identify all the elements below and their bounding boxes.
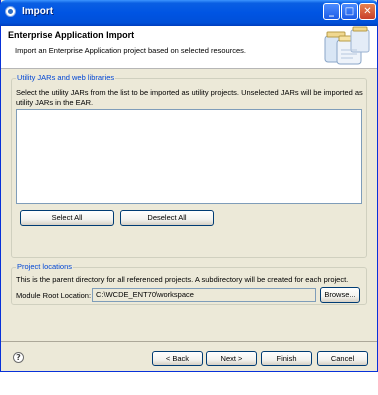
jar-stack-icon	[324, 26, 370, 65]
cancel-button[interactable]: Cancel	[317, 351, 368, 366]
project-locations-legend: Project locations	[16, 262, 74, 271]
eclipse-icon	[5, 6, 16, 17]
window-title: Import	[22, 6, 54, 17]
minimize-button[interactable]: _	[323, 3, 340, 20]
module-root-label: Module Root Location:	[16, 291, 92, 300]
utility-jars-legend: Utility JARs and web libraries	[16, 73, 116, 82]
close-button[interactable]: ✕	[359, 3, 376, 20]
browse-button[interactable]: Browse...	[320, 287, 360, 303]
utility-jars-list[interactable]	[16, 109, 362, 204]
project-locations-description: This is the parent directory for all ref…	[16, 275, 349, 284]
wizard-title: Enterprise Application Import	[8, 30, 135, 40]
maximize-button[interactable]: □	[341, 3, 358, 20]
module-root-field[interactable]: C:\WCDE_ENT70\workspace	[92, 288, 316, 302]
title-bar[interactable]: Import _ □ ✕	[0, 0, 378, 26]
finish-button[interactable]: Finish	[261, 351, 312, 366]
import-dialog: Import _ □ ✕ Enterprise Application Impo…	[0, 0, 378, 372]
wizard-content: Utility JARs and web libraries Select th…	[1, 69, 377, 341]
utility-jars-instructions: Select the utility JARs from the list to…	[16, 88, 363, 107]
next-button[interactable]: Next >	[206, 351, 257, 366]
deselect-all-button[interactable]: Deselect All	[120, 210, 214, 226]
wizard-banner: Enterprise Application Import Import an …	[1, 26, 377, 69]
help-icon[interactable]: ?	[13, 352, 24, 363]
utility-jars-group: Utility JARs and web libraries Select th…	[11, 73, 367, 258]
back-button[interactable]: < Back	[152, 351, 203, 366]
select-all-button[interactable]: Select All	[20, 210, 114, 226]
footer-separator	[1, 341, 377, 342]
wizard-description: Import an Enterprise Application project…	[15, 46, 246, 55]
project-locations-group: Project locations This is the parent dir…	[11, 262, 367, 305]
